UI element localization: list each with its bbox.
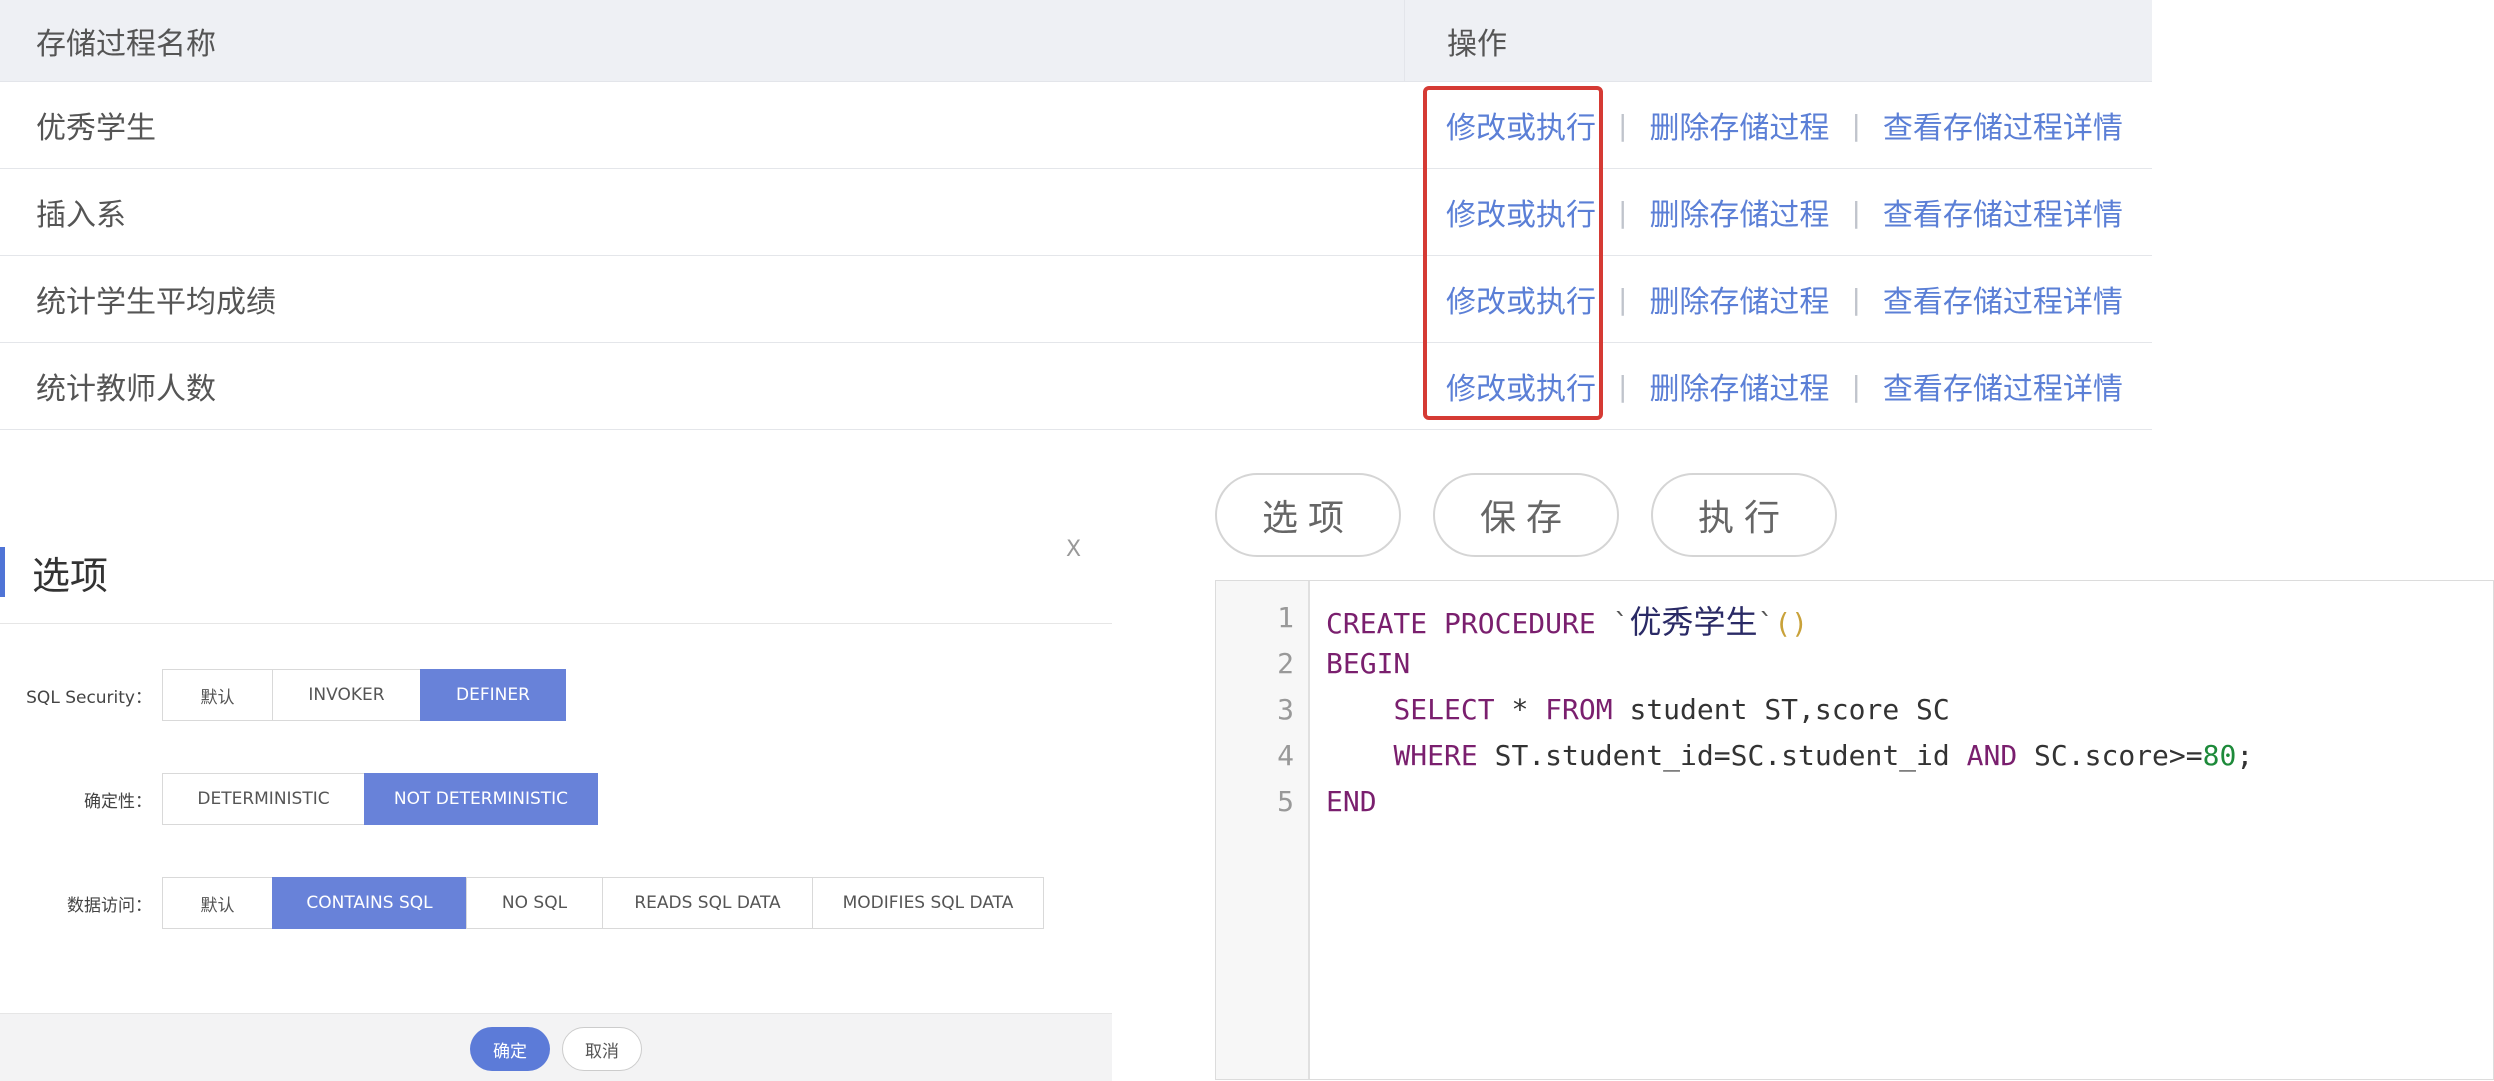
data-access-option-reads-sql-data[interactable]: READS SQL DATA	[602, 877, 812, 929]
code-editor[interactable]: 1 2 3 4 5 CREATE PROCEDURE `优秀学生`() BEGI…	[1215, 580, 2494, 1080]
view-procedure-details-link[interactable]: 查看存储过程详情	[1883, 277, 2123, 321]
sql-security-label: SQL Security：	[26, 688, 152, 708]
operations-cell: 修改或执行 | 删除存储过程 | 查看存储过程详情	[1404, 277, 2152, 321]
keyword: AND	[1966, 739, 2018, 772]
parentheses: ()	[1774, 607, 1809, 640]
code-line-5: END	[1326, 785, 1377, 818]
delete-procedure-link[interactable]: 删除存储过程	[1649, 364, 1829, 408]
data-access-option-modifies-sql-data[interactable]: MODIFIES SQL DATA	[812, 877, 1044, 929]
save-button[interactable]: 保存	[1433, 473, 1619, 557]
header-operations: 操作	[1404, 0, 2152, 81]
line-number-gutter: 1 2 3 4 5	[1216, 581, 1310, 1079]
code-line-4: WHERE ST.student_id=SC.student_id AND SC…	[1326, 739, 2253, 772]
security-option-invoker[interactable]: INVOKER	[272, 669, 420, 721]
keyword: WHERE	[1393, 739, 1478, 772]
code-text: *	[1494, 693, 1546, 726]
separator: |	[1851, 282, 1861, 316]
keyword: CREATE	[1326, 607, 1428, 640]
procedure-name-cell: 优秀学生	[36, 111, 156, 146]
data-access-option-default[interactable]: 默认	[162, 877, 272, 929]
keyword: BEGIN	[1326, 647, 1411, 680]
edit-or-run-link[interactable]: 修改或执行	[1446, 103, 1596, 147]
deterministic-option[interactable]: DETERMINISTIC	[162, 773, 364, 825]
separator: |	[1851, 195, 1861, 229]
keyword: SELECT	[1393, 693, 1495, 726]
deterministic-label: 确定性：	[84, 792, 152, 812]
separator: |	[1851, 369, 1861, 403]
table-header: 存储过程名称 操作	[0, 0, 2152, 82]
view-procedure-details-link[interactable]: 查看存储过程详情	[1883, 190, 2123, 234]
separator: |	[1851, 108, 1861, 142]
view-procedure-details-link[interactable]: 查看存储过程详情	[1883, 364, 2123, 408]
edit-or-run-link[interactable]: 修改或执行	[1446, 364, 1596, 408]
sql-security-segmented: 默认 INVOKER DEFINER	[162, 669, 566, 721]
table-row: 优秀学生 修改或执行 | 删除存储过程 | 查看存储过程详情	[0, 82, 2152, 169]
table-row: 插入系 修改或执行 | 删除存储过程 | 查看存储过程详情	[0, 169, 2152, 256]
code-line-3: SELECT * FROM student ST,score SC	[1326, 693, 1950, 726]
table-row: 统计教师人数 修改或执行 | 删除存储过程 | 查看存储过程详情	[0, 343, 2152, 430]
security-option-default[interactable]: 默认	[162, 669, 272, 721]
operations-cell: 修改或执行 | 删除存储过程 | 查看存储过程详情	[1404, 103, 2152, 147]
title-accent-bar	[0, 547, 5, 597]
code-text: ST.student_id=SC.student_id	[1477, 739, 1967, 772]
line-number: 4	[1277, 739, 1294, 772]
procedure-table: 存储过程名称 操作 优秀学生 修改或执行 | 删除存储过程 | 查看存储过程详情…	[0, 0, 2152, 430]
data-access-option-no-sql[interactable]: NO SQL	[466, 877, 602, 929]
code-line-1: CREATE PROCEDURE `优秀学生`()	[1326, 597, 1808, 643]
line-number: 1	[1277, 601, 1294, 634]
procedure-name: 优秀学生	[1629, 603, 1758, 641]
divider	[0, 623, 1112, 624]
data-access-segmented: 默认 CONTAINS SQL NO SQL READS SQL DATA MO…	[162, 877, 1044, 929]
cancel-button[interactable]: 取消	[562, 1027, 642, 1071]
backtick: `	[1612, 607, 1630, 640]
code-line-2: BEGIN	[1326, 647, 1410, 680]
procedure-name-cell: 统计学生平均成绩	[36, 285, 276, 320]
operations-cell: 修改或执行 | 删除存储过程 | 查看存储过程详情	[1404, 364, 2152, 408]
data-access-option-contains-sql[interactable]: CONTAINS SQL	[272, 877, 466, 929]
keyword: PROCEDURE	[1444, 607, 1596, 640]
separator: |	[1618, 195, 1628, 229]
keyword: FROM	[1545, 693, 1613, 726]
not-deterministic-option[interactable]: NOT DETERMINISTIC	[364, 773, 598, 825]
dialog-title: 选项	[32, 554, 109, 598]
backtick: `	[1757, 607, 1775, 640]
keyword: END	[1326, 785, 1377, 818]
delete-procedure-link[interactable]: 删除存储过程	[1649, 190, 1829, 234]
run-button[interactable]: 执行	[1651, 473, 1837, 557]
line-number: 3	[1277, 693, 1294, 726]
code-text: student ST,score SC	[1612, 693, 1950, 726]
separator: |	[1618, 282, 1628, 316]
procedure-name-cell: 统计教师人数	[36, 372, 216, 407]
delete-procedure-link[interactable]: 删除存储过程	[1649, 277, 1829, 321]
line-number: 2	[1277, 647, 1294, 680]
edit-or-run-link[interactable]: 修改或执行	[1446, 277, 1596, 321]
semicolon: ;	[2236, 739, 2254, 772]
options-dialog: 选项 X SQL Security： 默认 INVOKER DEFINER 确定…	[0, 505, 1112, 1081]
view-procedure-details-link[interactable]: 查看存储过程详情	[1883, 103, 2123, 147]
options-button[interactable]: 选项	[1215, 473, 1401, 557]
number-literal: 80	[2202, 739, 2237, 772]
operations-cell: 修改或执行 | 删除存储过程 | 查看存储过程详情	[1404, 190, 2152, 234]
edit-or-run-link[interactable]: 修改或执行	[1446, 190, 1596, 234]
security-option-definer[interactable]: DEFINER	[420, 669, 566, 721]
deterministic-segmented: DETERMINISTIC NOT DETERMINISTIC	[162, 773, 598, 825]
code-text: SC.score>=	[2017, 739, 2203, 772]
delete-procedure-link[interactable]: 删除存储过程	[1649, 103, 1829, 147]
confirm-button[interactable]: 确定	[470, 1027, 550, 1071]
dialog-footer	[0, 1013, 1112, 1081]
table-row: 统计学生平均成绩 修改或执行 | 删除存储过程 | 查看存储过程详情	[0, 256, 2152, 343]
procedure-name-cell: 插入系	[36, 198, 126, 233]
separator: |	[1618, 108, 1628, 142]
line-number: 5	[1277, 785, 1294, 818]
header-procedure-name: 存储过程名称	[36, 26, 216, 62]
close-icon[interactable]: X	[1066, 537, 1081, 562]
data-access-label: 数据访问：	[67, 896, 152, 916]
separator: |	[1618, 369, 1628, 403]
